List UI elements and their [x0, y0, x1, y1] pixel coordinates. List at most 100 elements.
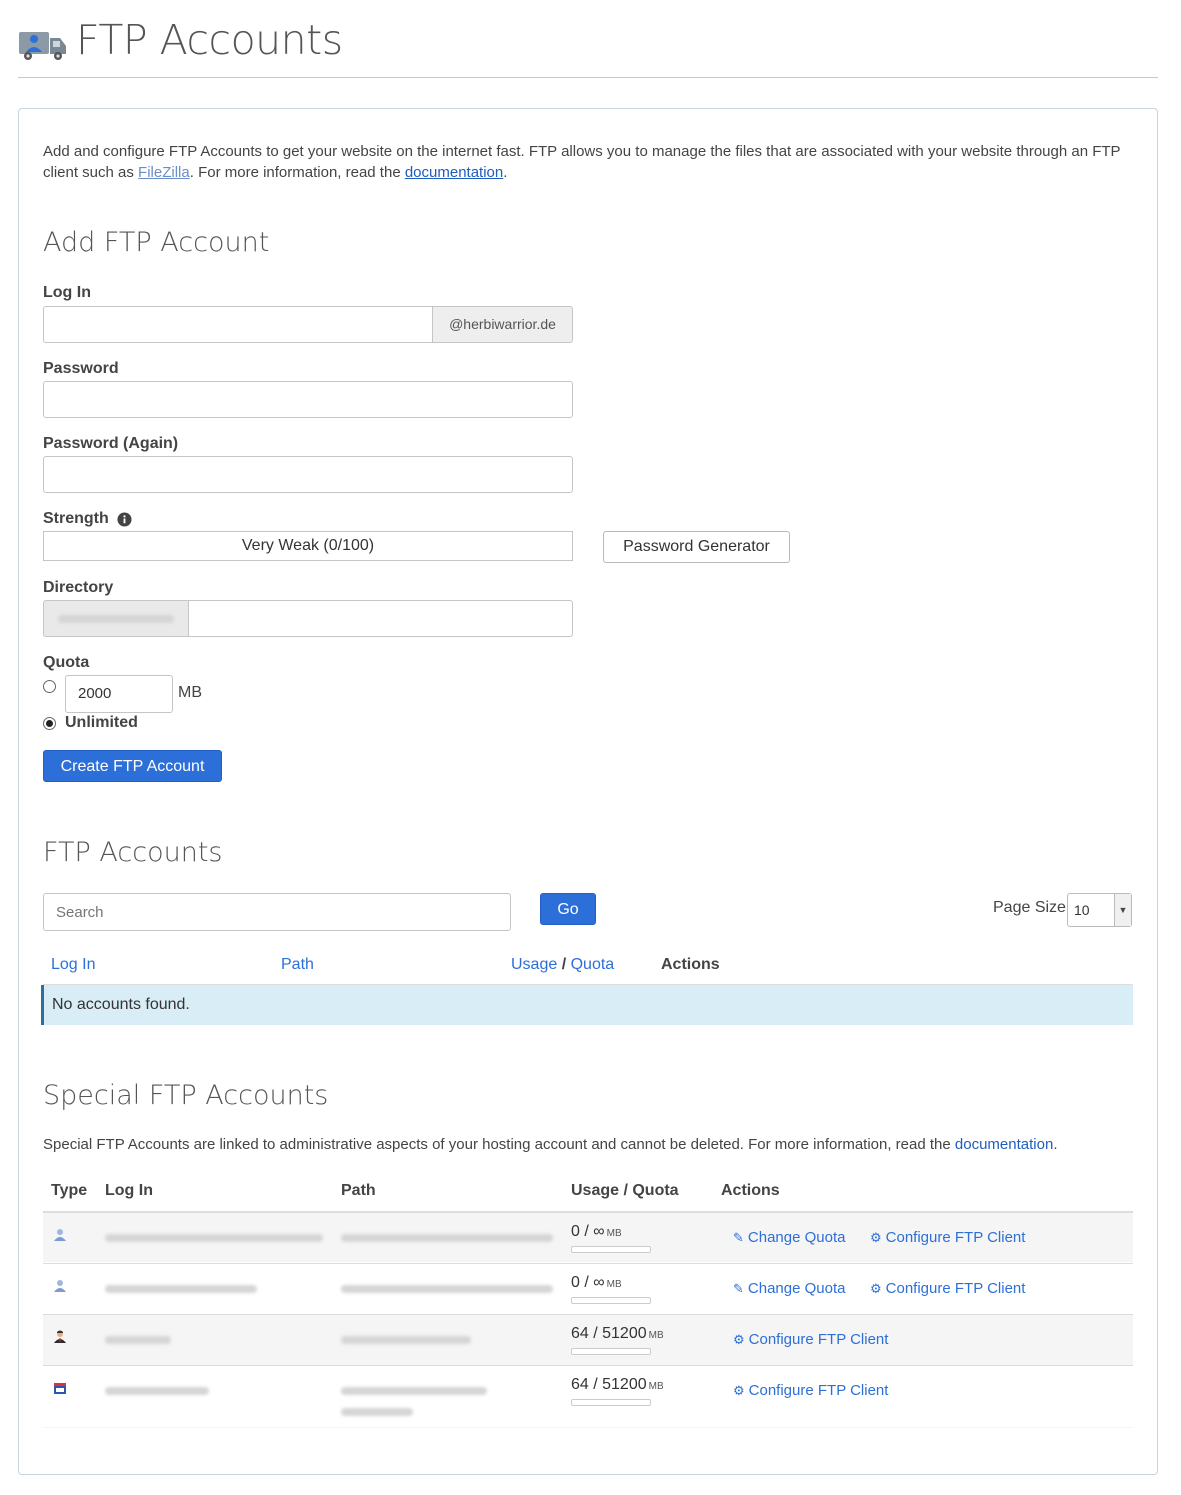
ftp-truck-icon — [19, 32, 66, 60]
redacted-path — [341, 1408, 413, 1416]
page-size-select[interactable]: 10 ▼ — [1067, 893, 1132, 927]
table-bottom — [43, 1427, 1133, 1428]
gear-icon: ⚙ — [733, 1332, 745, 1347]
intro-text-part: . — [503, 164, 508, 181]
quota-input[interactable]: 2000 — [65, 675, 173, 713]
pencil-icon: ✎ — [733, 1230, 744, 1245]
usage-text: 0 / ∞ MB — [571, 1223, 622, 1241]
usage-value: 0 / ∞ — [571, 1274, 605, 1291]
redacted-path — [341, 1336, 471, 1344]
intro-text: Add and configure FTP Accounts to get yo… — [43, 141, 1143, 183]
quota-unlimited-radio[interactable] — [43, 717, 56, 730]
usage-text: 0 / ∞ MB — [571, 1274, 622, 1292]
change-quota-link[interactable]: ✎ Change Quota — [733, 1229, 845, 1246]
directory-input[interactable] — [188, 600, 573, 637]
quota-label: Quota — [43, 654, 90, 671]
special-column-login: Log In — [105, 1182, 153, 1199]
usage-bar — [571, 1246, 651, 1253]
usage-text: 64 / 51200 MB — [571, 1376, 664, 1394]
strength-label: Strength — [43, 510, 109, 527]
special-description-text: Special FTP Accounts are linked to admin… — [43, 1136, 955, 1153]
column-separator: / — [561, 956, 567, 973]
password-label: Password — [43, 360, 119, 377]
redacted-login — [105, 1336, 171, 1344]
special-documentation-link[interactable]: documentation — [955, 1136, 1053, 1153]
documentation-link[interactable]: documentation — [405, 164, 503, 181]
usage-unit: MB — [606, 1228, 622, 1239]
password-generator-button[interactable]: Password Generator — [603, 531, 790, 563]
table-row: 0 / ∞ MB ✎ Change Quota ⚙ Configure FTP Cli… — [43, 1263, 1133, 1314]
password-again-label: Password (Again) — [43, 435, 179, 452]
ftp-accounts-heading: FTP Accounts — [43, 837, 223, 868]
page-size-value: 10 — [1074, 902, 1090, 918]
redacted-login — [105, 1234, 323, 1242]
usage-text: 64 / 51200 MB — [571, 1325, 664, 1343]
column-quota[interactable]: Quota — [571, 956, 615, 973]
anonymous-user-icon — [54, 1280, 66, 1292]
column-usage-quota: Usage / Quota — [511, 956, 614, 974]
usage-bar — [571, 1399, 651, 1406]
usage-unit: MB — [606, 1279, 622, 1290]
page-size-label: Page Size — [993, 899, 1066, 916]
gear-icon: ⚙ — [870, 1281, 882, 1296]
usage-value: 64 / 51200 — [571, 1376, 647, 1393]
search-input[interactable] — [43, 893, 511, 931]
table-row: 64 / 51200 MB ⚙ Configure FTP Client — [43, 1365, 1133, 1427]
special-column-type: Type — [51, 1182, 88, 1199]
redacted-login — [105, 1285, 257, 1293]
page-title: FTP Accounts — [76, 16, 343, 64]
special-column-actions: Actions — [721, 1182, 780, 1199]
password-input[interactable] — [43, 381, 573, 418]
add-ftp-account-heading: Add FTP Account — [43, 227, 270, 258]
create-ftp-account-button[interactable]: Create FTP Account — [43, 750, 222, 782]
domain-suffix: @herbiwarrior.de — [432, 306, 573, 343]
strength-meter: Very Weak (0/100) — [43, 531, 573, 561]
column-actions: Actions — [661, 956, 720, 973]
directory-label: Directory — [43, 579, 114, 596]
change-quota-link[interactable]: ✎ Change Quota — [733, 1280, 845, 1297]
chevron-down-icon: ▼ — [1114, 894, 1131, 926]
usage-unit: MB — [648, 1381, 664, 1392]
column-usage[interactable]: Usage — [511, 956, 557, 973]
configure-ftp-client-link[interactable]: ⚙ Configure FTP Client — [733, 1331, 888, 1348]
column-login[interactable]: Log In — [51, 956, 95, 974]
info-icon[interactable] — [117, 512, 132, 527]
login-input[interactable] — [43, 306, 433, 343]
gear-icon: ⚙ — [733, 1383, 745, 1398]
change-quota-label: Change Quota — [747, 1280, 846, 1297]
gear-icon: ⚙ — [870, 1230, 882, 1245]
usage-bar — [571, 1297, 651, 1304]
redacted-path — [341, 1234, 553, 1242]
unlimited-label[interactable]: Unlimited — [65, 714, 138, 732]
special-column-path: Path — [341, 1182, 376, 1199]
go-button[interactable]: Go — [540, 893, 596, 925]
redacted-path — [341, 1285, 553, 1293]
configure-ftp-client-label: Configure FTP Client — [885, 1280, 1026, 1297]
configure-ftp-client-link[interactable]: ⚙ Configure FTP Client — [733, 1382, 888, 1399]
table-row: 64 / 51200 MB ⚙ Configure FTP Client — [43, 1314, 1133, 1365]
redacted-home-path — [58, 615, 174, 623]
login-label: Log In — [43, 284, 91, 301]
special-description: Special FTP Accounts are linked to admin… — [43, 1136, 1143, 1153]
usage-bar — [571, 1348, 651, 1355]
redacted-path — [341, 1387, 487, 1395]
directory-prefix — [43, 600, 189, 637]
special-description-end: . — [1053, 1136, 1058, 1153]
table-row: 0 / ∞ MB ✎ Change Quota ⚙ Configure FTP Cli… — [43, 1211, 1133, 1262]
quota-limited-radio[interactable] — [43, 680, 56, 693]
configure-ftp-client-label: Configure FTP Client — [748, 1382, 889, 1399]
redacted-login — [105, 1387, 209, 1395]
pencil-icon: ✎ — [733, 1281, 744, 1296]
change-quota-label: Change Quota — [747, 1229, 846, 1246]
usage-value: 0 / ∞ — [571, 1223, 605, 1240]
column-path[interactable]: Path — [281, 956, 314, 974]
filezilla-link[interactable]: FileZilla — [138, 164, 190, 181]
anonymous-user-icon — [54, 1229, 66, 1241]
configure-ftp-client-link[interactable]: ⚙ Configure FTP Client — [870, 1229, 1025, 1246]
quota-unit: MB — [178, 684, 202, 701]
configure-ftp-client-link[interactable]: ⚙ Configure FTP Client — [870, 1280, 1025, 1297]
no-accounts-message: No accounts found. — [41, 985, 1133, 1025]
usage-value: 64 / 51200 — [571, 1325, 647, 1342]
password-again-input[interactable] — [43, 456, 573, 493]
main-account-user-icon — [54, 1330, 66, 1343]
